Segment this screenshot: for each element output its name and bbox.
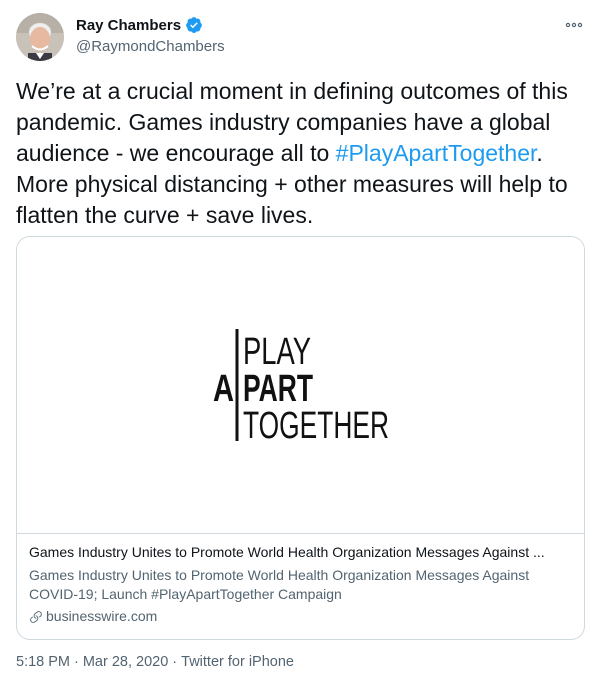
- logo-line-together: TOGETHER: [243, 405, 389, 447]
- tweet-header: Ray Chambers @RaymondChambers: [16, 13, 584, 61]
- tweet-time[interactable]: 5:18 PM: [16, 654, 70, 670]
- tweet-client[interactable]: Twitter for iPhone: [181, 654, 294, 670]
- separator: ·: [172, 654, 178, 670]
- card-source-label: businesswire.com: [46, 608, 158, 624]
- tweet-date[interactable]: Mar 28, 2020: [83, 654, 168, 670]
- card-title[interactable]: Games Industry Unites to Promote World H…: [29, 543, 572, 563]
- avatar-photo-icon: [16, 13, 64, 61]
- avatar[interactable]: [16, 13, 64, 61]
- handle[interactable]: @RaymondChambers: [76, 37, 225, 57]
- card-source[interactable]: businesswire.com: [29, 607, 572, 626]
- link-preview-card[interactable]: PLAY A PART TOGETHER Games Industry Unit…: [16, 236, 585, 640]
- tweet-text: We’re at a crucial moment in defining ou…: [16, 76, 586, 231]
- logo-line-play: PLAY: [243, 331, 311, 373]
- tweet-metadata: 5:18 PM · Mar 28, 2020 · Twitter for iPhone: [16, 654, 294, 670]
- verified-badge-icon: [185, 16, 203, 34]
- more-icon[interactable]: [564, 17, 584, 33]
- display-name[interactable]: Ray Chambers: [76, 17, 181, 34]
- hashtag-link[interactable]: #PlayApartTogether: [336, 140, 537, 166]
- logo-letter-a: A: [213, 368, 234, 410]
- separator: ·: [74, 654, 79, 670]
- card-image[interactable]: PLAY A PART TOGETHER: [17, 237, 584, 534]
- card-description: Games Industry Unites to Promote World H…: [29, 567, 530, 602]
- play-apart-together-logo: PLAY A PART TOGETHER: [213, 329, 389, 447]
- logo-line-part: PART: [243, 368, 313, 410]
- link-icon: [29, 610, 43, 624]
